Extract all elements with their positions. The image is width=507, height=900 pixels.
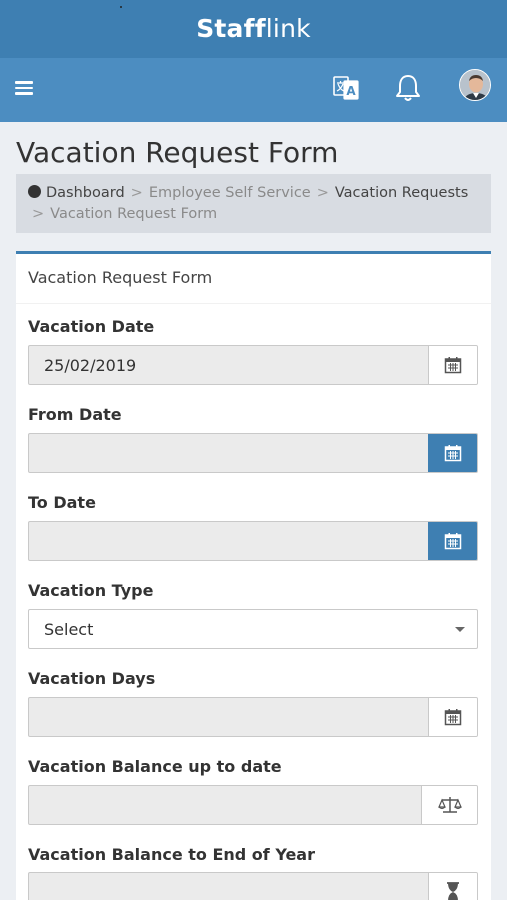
scale-icon [437, 797, 462, 813]
svg-text:A: A [346, 84, 356, 98]
calendar-icon [444, 445, 462, 462]
vacation-type-label: Vacation Type [28, 581, 154, 600]
to-date-calendar-button[interactable] [428, 522, 477, 560]
translate-icon[interactable]: A [332, 74, 360, 102]
breadcrumb-current: Vacation Request Form [50, 206, 218, 222]
calendar-icon [444, 533, 462, 550]
page-title: Vacation Request Form [16, 136, 339, 169]
card-header: Vacation Request Form [16, 254, 491, 304]
vacation-balance-button[interactable] [421, 786, 477, 824]
bell-icon[interactable] [394, 73, 422, 103]
avatar[interactable] [459, 69, 491, 101]
breadcrumb: Dashboard > Employee Self Service > Vacation… [16, 174, 491, 233]
vacation-days-calendar-button[interactable] [428, 698, 477, 736]
vacation-type-select[interactable]: Select [28, 609, 478, 649]
breadcrumb-employee-self-service[interactable]: Employee Self Service [149, 185, 311, 201]
vacation-date-label: Vacation Date [28, 317, 155, 336]
vacation-days-input[interactable] [28, 697, 478, 737]
vacation-days-label: Vacation Days [28, 669, 156, 688]
calendar-icon [444, 709, 462, 726]
dashboard-dot-icon [28, 185, 41, 198]
breadcrumb-separator: > [316, 185, 329, 201]
status-dot [120, 6, 122, 8]
hourglass-icon [447, 882, 459, 900]
vacation-balance-eoy-input[interactable] [28, 872, 478, 900]
vacation-balance-eoy-button[interactable] [428, 873, 477, 900]
vacation-balance-label: Vacation Balance up to date [28, 757, 282, 776]
from-date-calendar-button[interactable] [428, 434, 477, 472]
breadcrumb-separator: > [130, 185, 143, 201]
vacation-date-value: 25/02/2019 [44, 356, 137, 375]
from-date-label: From Date [28, 405, 122, 424]
brand-bold: Staff [196, 14, 266, 43]
vacation-balance-eoy-label: Vacation Balance to End of Year [28, 845, 315, 864]
vacation-type-value: Select [44, 620, 94, 639]
brand-light: link [265, 14, 311, 43]
chevron-down-icon [455, 627, 465, 632]
breadcrumb-vacation-requests[interactable]: Vacation Requests [335, 185, 468, 201]
breadcrumb-separator: > [32, 206, 45, 222]
navbar [0, 58, 507, 122]
vacation-date-calendar-button[interactable] [428, 346, 477, 384]
app-header: Stafflink [0, 0, 507, 58]
menu-icon[interactable] [15, 81, 33, 95]
calendar-icon [444, 357, 462, 374]
from-date-input[interactable] [28, 433, 478, 473]
to-date-label: To Date [28, 493, 96, 512]
breadcrumb-dashboard[interactable]: Dashboard [46, 185, 125, 201]
vacation-date-input[interactable]: 25/02/2019 [28, 345, 478, 385]
vacation-balance-input[interactable] [28, 785, 478, 825]
to-date-input[interactable] [28, 521, 478, 561]
app-logo: Stafflink [0, 14, 507, 43]
